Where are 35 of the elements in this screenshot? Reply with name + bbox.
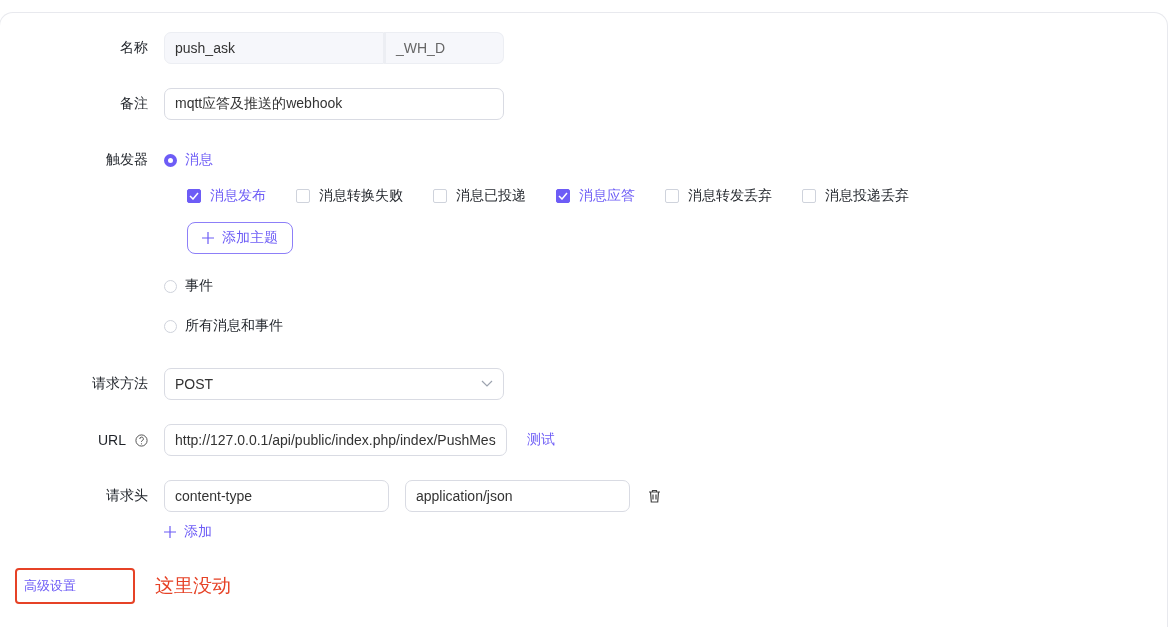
name-label: 名称 xyxy=(120,39,148,57)
annotation-text: 这里没动 xyxy=(155,574,231,598)
help-icon xyxy=(135,433,148,447)
headers-label: 请求头 xyxy=(106,487,148,505)
event-checkbox[interactable]: 消息转换失败 xyxy=(296,184,403,208)
chevron-down-icon xyxy=(481,380,493,388)
add-topic-button[interactable]: 添加主题 xyxy=(187,222,293,254)
plus-icon xyxy=(202,232,214,244)
event-checkbox[interactable]: 消息发布 xyxy=(187,184,266,208)
remark-label: 备注 xyxy=(120,95,148,113)
trigger-label: 触发器 xyxy=(106,151,148,169)
trigger-radio[interactable]: 所有消息和事件 xyxy=(164,310,909,342)
name-suffix: _WH_D xyxy=(384,32,504,64)
name-input[interactable]: push_ask xyxy=(164,32,384,64)
event-checkbox[interactable]: 消息应答 xyxy=(556,184,635,208)
remark-input[interactable]: mqtt应答及推送的webhook xyxy=(164,88,504,120)
url-input[interactable]: http://127.0.0.1/api/public/index.php/index/PushMes xyxy=(164,424,507,456)
method-select[interactable]: POST xyxy=(164,368,504,400)
event-checkbox[interactable]: 消息已投递 xyxy=(433,184,526,208)
add-header-button[interactable]: 添加 xyxy=(164,520,212,544)
url-label: URL xyxy=(98,432,126,448)
advanced-settings-link[interactable]: 高级设置 xyxy=(15,568,135,604)
header-value-input[interactable]: application/json xyxy=(405,480,630,512)
check-icon xyxy=(558,192,568,200)
trigger-radio[interactable]: 消息 xyxy=(164,144,909,176)
event-checkbox[interactable]: 消息转发丢弃 xyxy=(665,184,772,208)
delete-button[interactable] xyxy=(646,487,663,505)
check-icon xyxy=(189,192,199,200)
test-link[interactable]: 测试 xyxy=(526,431,555,449)
header-key-input[interactable]: content-type xyxy=(164,480,389,512)
plus-icon xyxy=(164,526,176,538)
trash-icon xyxy=(648,489,661,503)
method-label: 请求方法 xyxy=(92,375,148,393)
event-checkbox[interactable]: 消息投递丢弃 xyxy=(802,184,909,208)
trigger-radio[interactable]: 事件 xyxy=(164,270,909,302)
